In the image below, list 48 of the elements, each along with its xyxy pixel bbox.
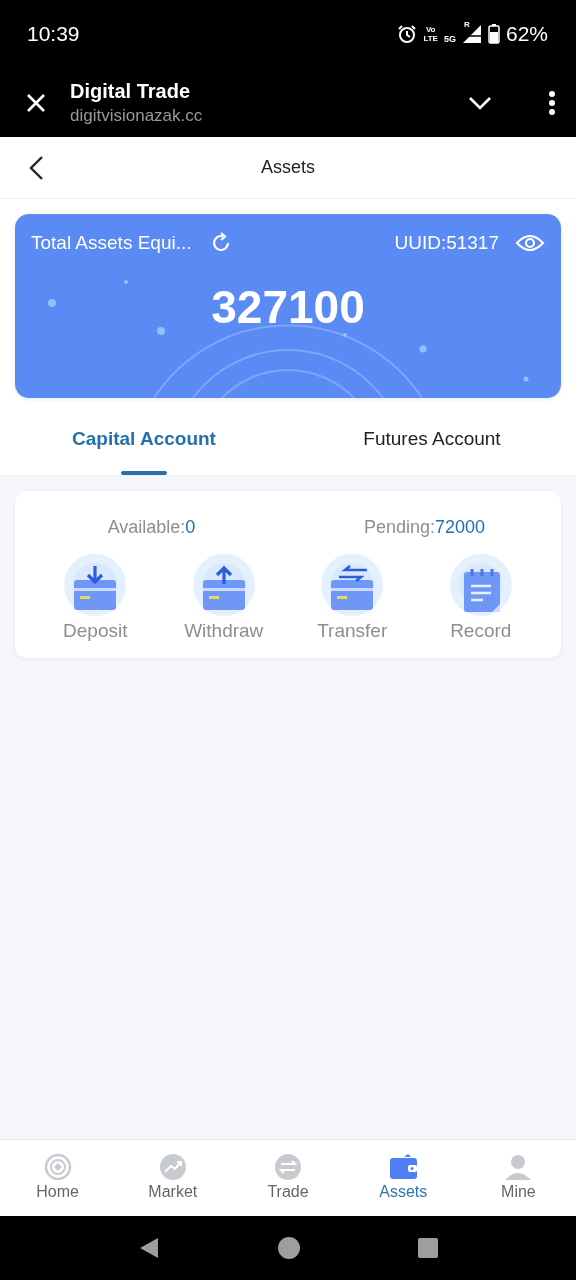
nav-tab[interactable]: Assets: [345, 1140, 461, 1216]
chevron-down-icon: [468, 95, 492, 110]
page-url: digitvisionazak.cc: [70, 105, 204, 126]
card-upload-icon: [192, 554, 255, 616]
clock-time: 10:39: [27, 22, 81, 46]
battery-icon: [487, 24, 500, 44]
nav-tab[interactable]: Market: [115, 1140, 231, 1216]
more-icon: [548, 90, 556, 115]
uuid-text: UUID:51317: [394, 232, 499, 254]
volte-icon: Vo LTE: [423, 25, 438, 43]
total-assets-value: 327100: [211, 280, 365, 334]
notepad-icon: [449, 554, 512, 616]
battery-level: 62%: [505, 22, 548, 46]
nav-tab[interactable]: Home: [0, 1140, 116, 1216]
action-button[interactable]: Record: [416, 554, 545, 642]
back-button[interactable]: [138, 1237, 160, 1259]
back-icon: [138, 1237, 160, 1259]
balance-text: Pending:72000: [362, 517, 487, 538]
target-icon: [43, 1153, 72, 1181]
screen-title: Assets: [261, 157, 315, 178]
account-tab[interactable]: Capital Account: [0, 410, 288, 475]
recents-icon: [418, 1238, 438, 1258]
balance-text: Available:0: [106, 517, 197, 538]
home-button[interactable]: [278, 1237, 300, 1259]
alarm-icon: [397, 24, 418, 44]
nav-tab[interactable]: Trade: [230, 1140, 346, 1216]
eye-icon: [515, 233, 545, 253]
back-button[interactable]: [28, 155, 44, 181]
back-icon: [28, 155, 44, 181]
person-icon: [504, 1153, 533, 1181]
expand-button[interactable]: [468, 95, 492, 110]
home-icon: [278, 1237, 300, 1259]
account-tab[interactable]: Futures Account: [288, 410, 576, 475]
visibility-button[interactable]: [515, 233, 545, 253]
swap-icon: [274, 1153, 302, 1181]
network-type: 5G: [443, 34, 456, 44]
action-button[interactable]: Deposit: [31, 554, 160, 642]
total-assets-label: Total Assets Equi...: [31, 232, 192, 254]
more-button[interactable]: [548, 90, 556, 115]
wallet-icon: [389, 1153, 418, 1181]
page-title: Digital Trade: [70, 79, 192, 103]
signal-icon: R: [461, 24, 482, 44]
trend-icon: [158, 1153, 187, 1181]
action-button[interactable]: Withdraw: [159, 554, 288, 642]
nav-tab[interactable]: Mine: [460, 1140, 576, 1216]
card-transfer-icon: [321, 554, 384, 616]
card-download-icon: [64, 554, 127, 616]
action-button[interactable]: Transfer: [288, 554, 417, 642]
